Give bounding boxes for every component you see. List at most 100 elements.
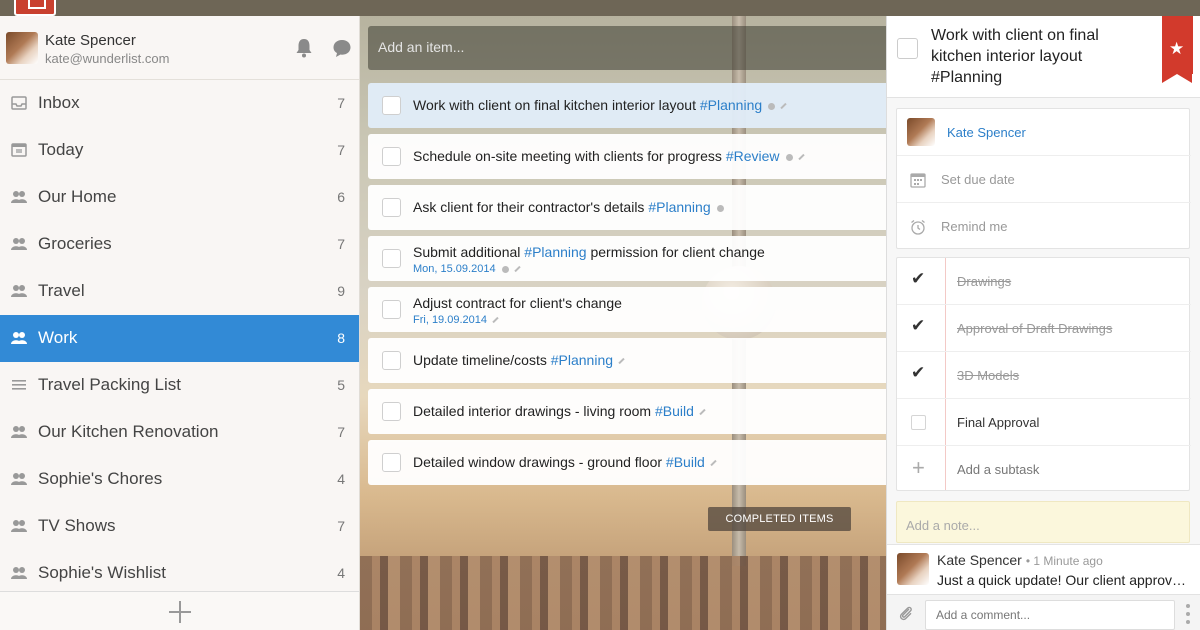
task-hashtag[interactable]: #Build [655, 403, 694, 419]
task-item[interactable]: Detailed window drawings - ground floor … [368, 440, 886, 485]
sidebar-item-sophies-wishlist[interactable]: Sophie's Wishlist 4 [0, 550, 359, 597]
task-checkbox[interactable] [382, 300, 401, 319]
chat-icon[interactable] [332, 38, 352, 58]
sidebar-item-today[interactable]: Today 7 [0, 127, 359, 174]
task-item[interactable]: Detailed interior drawings - living room… [368, 389, 886, 434]
task-item[interactable]: Update timeline/costs #Planning [368, 338, 886, 383]
task-list: Work with client on final kitchen interi… [368, 83, 886, 491]
task-title: Schedule on-site meeting with clients fo… [413, 148, 805, 164]
sidebar-item-count: 7 [337, 95, 345, 111]
shared-users-icon [11, 567, 27, 579]
task-item[interactable]: Adjust contract for client's change Fri,… [368, 287, 886, 332]
comment-item: Kate Spencer • 1 Minute ago Just a quick … [887, 544, 1200, 594]
comment-input[interactable] [925, 600, 1175, 630]
shared-users-icon [11, 426, 27, 438]
reminder-row[interactable]: Remind me [897, 203, 1191, 250]
task-hashtag[interactable]: #Planning [551, 352, 613, 368]
sidebar-item-our-home[interactable]: Our Home 6 [0, 174, 359, 221]
task-checkbox[interactable] [382, 198, 401, 217]
calendar-icon [11, 143, 27, 157]
paperclip-icon[interactable] [898, 605, 914, 623]
task-checkbox[interactable] [382, 147, 401, 166]
pin-icon [699, 409, 706, 416]
inbox-icon [11, 96, 27, 110]
avatar[interactable] [6, 32, 38, 64]
comment-author: Kate Spencer • 1 Minute ago [937, 552, 1103, 568]
sidebar-item-inbox[interactable]: Inbox 7 [0, 80, 359, 127]
sidebar-item-travel[interactable]: Travel 9 [0, 268, 359, 315]
task-hashtag[interactable]: #Planning [524, 244, 586, 260]
task-text: Ask client for their contractor's detail… [413, 199, 645, 215]
plus-icon[interactable] [168, 600, 192, 624]
subtask-label: 3D Models [957, 368, 1020, 383]
sidebar-item-tv-shows[interactable]: TV Shows 7 [0, 503, 359, 550]
subtask-item[interactable]: ✔ Approval of Draft Drawings [897, 305, 1191, 352]
sidebar-item-count: 8 [337, 330, 345, 346]
note-area[interactable]: Add a note... [896, 501, 1190, 543]
comment-indicator-icon [716, 204, 724, 212]
subtask-item[interactable]: ✔ 3D Models [897, 352, 1191, 399]
task-item[interactable]: Work with client on final kitchen interi… [368, 83, 886, 128]
task-text: Work with client on final kitchen interi… [413, 97, 696, 113]
sidebar-item-work[interactable]: Work 8 [0, 315, 359, 362]
sidebar-item-count: 7 [337, 236, 345, 252]
task-list-area: Work with client on final kitchen interi… [360, 16, 886, 630]
sidebar-item-travel-packing-list[interactable]: Travel Packing List 5 [0, 362, 359, 409]
add-subtask-row[interactable]: + Add a subtask [897, 446, 1191, 493]
task-hashtag[interactable]: #Build [666, 454, 705, 470]
shared-users-icon [11, 332, 27, 344]
task-checkbox[interactable] [382, 453, 401, 472]
task-hashtag[interactable]: #Planning [700, 97, 762, 113]
task-title: Ask client for their contractor's detail… [413, 199, 724, 215]
wunderlist-logo-icon[interactable] [14, 0, 56, 16]
comment-author-name: Kate Spencer [937, 552, 1022, 568]
sidebar-item-count: 4 [337, 471, 345, 487]
add-item-bar[interactable] [368, 26, 886, 70]
more-options-icon[interactable] [1185, 603, 1191, 625]
task-due-date: Mon, 15.09.2014 [413, 263, 521, 275]
task-checkbox[interactable] [382, 402, 401, 421]
list-icon [12, 380, 26, 390]
task-title: Work with client on final kitchen interi… [413, 97, 787, 113]
add-subtask-label: Add a subtask [957, 462, 1040, 477]
task-title: Update timeline/costs #Planning [413, 352, 625, 368]
assignee-row[interactable]: Kate Spencer [897, 109, 1191, 156]
checkmark-icon[interactable]: ✔ [911, 363, 925, 383]
task-hashtag[interactable]: #Planning [648, 199, 710, 215]
task-item[interactable]: Submit additional #Planning permission f… [368, 236, 886, 281]
subtask-checkbox[interactable] [911, 415, 926, 430]
subtask-item[interactable]: Final Approval [897, 399, 1191, 446]
bell-icon[interactable] [295, 38, 313, 58]
task-hashtag[interactable]: #Review [726, 148, 780, 164]
task-checkbox[interactable] [382, 351, 401, 370]
detail-task-title[interactable]: Work with client on final kitchen interi… [931, 25, 1153, 88]
subtasks-card: ✔ Drawings ✔ Approval of Draft Drawings … [896, 257, 1191, 493]
sidebar-item-label: Groceries [38, 234, 112, 253]
task-checkbox[interactable] [382, 249, 401, 268]
detail-task-checkbox[interactable] [897, 38, 918, 59]
user-header[interactable]: Kate Spencer kate@wunderlist.com [0, 16, 359, 80]
add-item-input[interactable] [378, 39, 858, 55]
due-date-row[interactable]: Set due date [897, 156, 1191, 203]
task-text: permission for client change [590, 244, 765, 260]
subtask-item[interactable]: ✔ Drawings [897, 258, 1191, 305]
sidebar-item-groceries[interactable]: Groceries 7 [0, 221, 359, 268]
task-checkbox[interactable] [382, 96, 401, 115]
checkmark-icon[interactable]: ✔ [911, 316, 925, 336]
completed-items-button[interactable]: COMPLETED ITEMS [708, 507, 851, 531]
plus-icon: + [912, 455, 925, 480]
task-date-text: Mon, 15.09.2014 [413, 263, 496, 275]
sidebar-item-count: 7 [337, 518, 345, 534]
task-item[interactable]: Ask client for their contractor's detail… [368, 185, 886, 230]
sidebar-item-our-kitchen-renovation[interactable]: Our Kitchen Renovation 7 [0, 409, 359, 456]
task-due-date: Fri, 19.09.2014 [413, 314, 499, 326]
checkmark-icon[interactable]: ✔ [911, 269, 925, 289]
top-bar [0, 0, 1200, 16]
assignee-name: Kate Spencer [947, 125, 1026, 140]
list-navigation: Inbox 7 Today 7 Our Home 6 Groceries 7 T… [0, 80, 359, 597]
shared-users-icon [11, 285, 27, 297]
sidebar-item-sophies-chores[interactable]: Sophie's Chores 4 [0, 456, 359, 503]
shared-users-icon [11, 520, 27, 532]
task-item[interactable]: Schedule on-site meeting with clients fo… [368, 134, 886, 179]
sidebar-item-label: Today [38, 140, 84, 159]
